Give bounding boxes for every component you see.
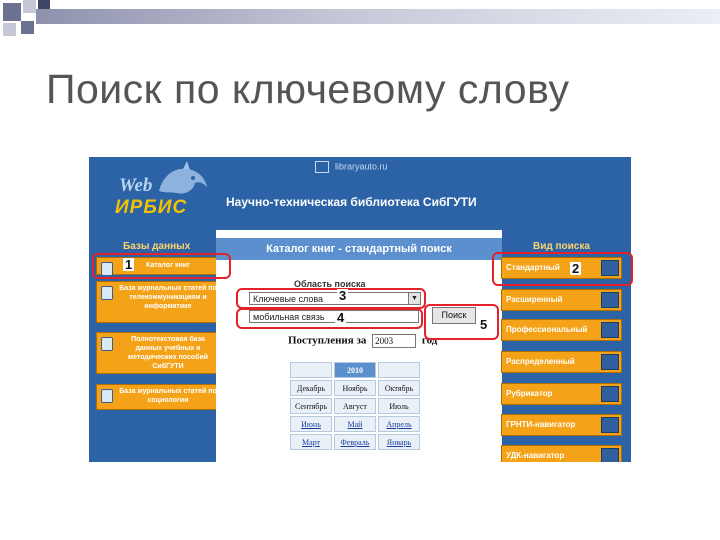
db-item-sociology-articles[interactable]: База журнальных статей по социологии [96, 384, 222, 410]
arrivals-line: Поступления за 2003 год [288, 334, 437, 348]
magnifier-icon[interactable] [601, 417, 619, 433]
magnifier-icon[interactable] [601, 386, 619, 402]
month-cell: Август [334, 398, 376, 414]
site-header: Web ИРБИС libraryauto.ru Научно-техничес… [89, 157, 631, 232]
search-type-label: Расширенный [506, 295, 563, 304]
highlight-box-1 [92, 253, 231, 279]
search-type-distributed[interactable]: Распределенный [501, 351, 622, 373]
arrivals-year-select[interactable]: 2003 [372, 334, 417, 348]
month-cell: Июль [378, 398, 420, 414]
table-year: 2010 [334, 362, 376, 378]
month-link[interactable]: Март [290, 434, 332, 450]
month-cell: Декабрь [290, 380, 332, 396]
database-icon [101, 389, 113, 403]
page-icon [315, 161, 329, 173]
magnifier-icon[interactable] [601, 448, 619, 462]
corner-square-dark [3, 3, 21, 21]
db-item-label: База журнальных статей по телекоммуникац… [119, 285, 217, 310]
callout-number-1: 1 [123, 257, 135, 272]
search-type-grnti[interactable]: ГРНТИ-навигатор [501, 414, 622, 436]
callout-number-2: 2 [570, 261, 582, 276]
highlight-box-4 [236, 308, 423, 329]
search-type-rubricator[interactable]: Рубрикатор [501, 383, 622, 405]
search-panel-heading: Каталог книг - стандартный поиск [216, 238, 502, 260]
month-link[interactable]: Май [334, 416, 376, 432]
callout-number-4: 4 [335, 310, 347, 325]
search-type-label: УДК-навигатор [506, 451, 565, 460]
search-type-label: Рубрикатор [506, 389, 553, 398]
search-type-heading: Вид поиска [533, 241, 590, 252]
callout-number-3: 3 [337, 288, 349, 303]
db-item-label: База журнальных статей по социологии [119, 388, 217, 404]
month-link[interactable]: Апрель [378, 416, 420, 432]
search-type-extended[interactable]: Расширенный [501, 289, 622, 311]
corner-square-light [3, 23, 16, 36]
magnifier-icon[interactable] [601, 292, 619, 308]
search-type-label: Распределенный [506, 357, 575, 366]
month-cell: Сентябрь [290, 398, 332, 414]
callout-number-5: 5 [478, 317, 490, 332]
search-type-udk[interactable]: УДК-навигатор [501, 445, 622, 462]
site-url[interactable]: libraryauto.ru [315, 161, 455, 175]
month-link[interactable]: Июнь [290, 416, 332, 432]
arrivals-prefix: Поступления за [288, 334, 367, 347]
corner-square-light [23, 0, 36, 13]
database-icon [101, 337, 113, 351]
magnifier-icon[interactable] [601, 354, 619, 370]
db-item-telecom-articles[interactable]: База журнальных статей по телекоммуникац… [96, 281, 222, 323]
highlight-box-2 [492, 252, 633, 286]
search-type-label: Профессиональный [506, 325, 588, 334]
month-cell: Ноябрь [334, 380, 376, 396]
slide-top-bar [36, 9, 720, 24]
month-link[interactable]: Январь [378, 434, 420, 450]
db-item-fulltext-manuals[interactable]: Полнотекстовая база данных учебных и мет… [96, 332, 222, 374]
database-icon [101, 286, 113, 300]
month-link[interactable]: Февраль [334, 434, 376, 450]
search-type-professional[interactable]: Профессиональный [501, 319, 622, 341]
highlight-box-3 [236, 288, 426, 309]
months-table: 2010 Декабрь Ноябрь Октябрь Сентябрь Авг… [288, 360, 422, 452]
library-title: Научно-техническая библиотека СибГУТИ [226, 195, 477, 209]
db-item-label: Полнотекстовая база данных учебных и мет… [127, 336, 209, 370]
lynx-logo-icon [159, 161, 207, 194]
site-url-text: libraryauto.ru [335, 161, 388, 172]
month-cell: Октябрь [378, 380, 420, 396]
logo-web-text: Web [119, 175, 153, 196]
logo-irbis-text: ИРБИС [115, 197, 188, 218]
magnifier-icon[interactable] [601, 322, 619, 338]
databases-heading: Базы данных [123, 241, 191, 252]
slide-title: Поиск по ключевому слову [46, 66, 570, 112]
search-type-label: ГРНТИ-навигатор [506, 420, 576, 429]
corner-square-dark [21, 21, 34, 34]
search-panel: Каталог книг - стандартный поиск Область… [216, 230, 502, 462]
